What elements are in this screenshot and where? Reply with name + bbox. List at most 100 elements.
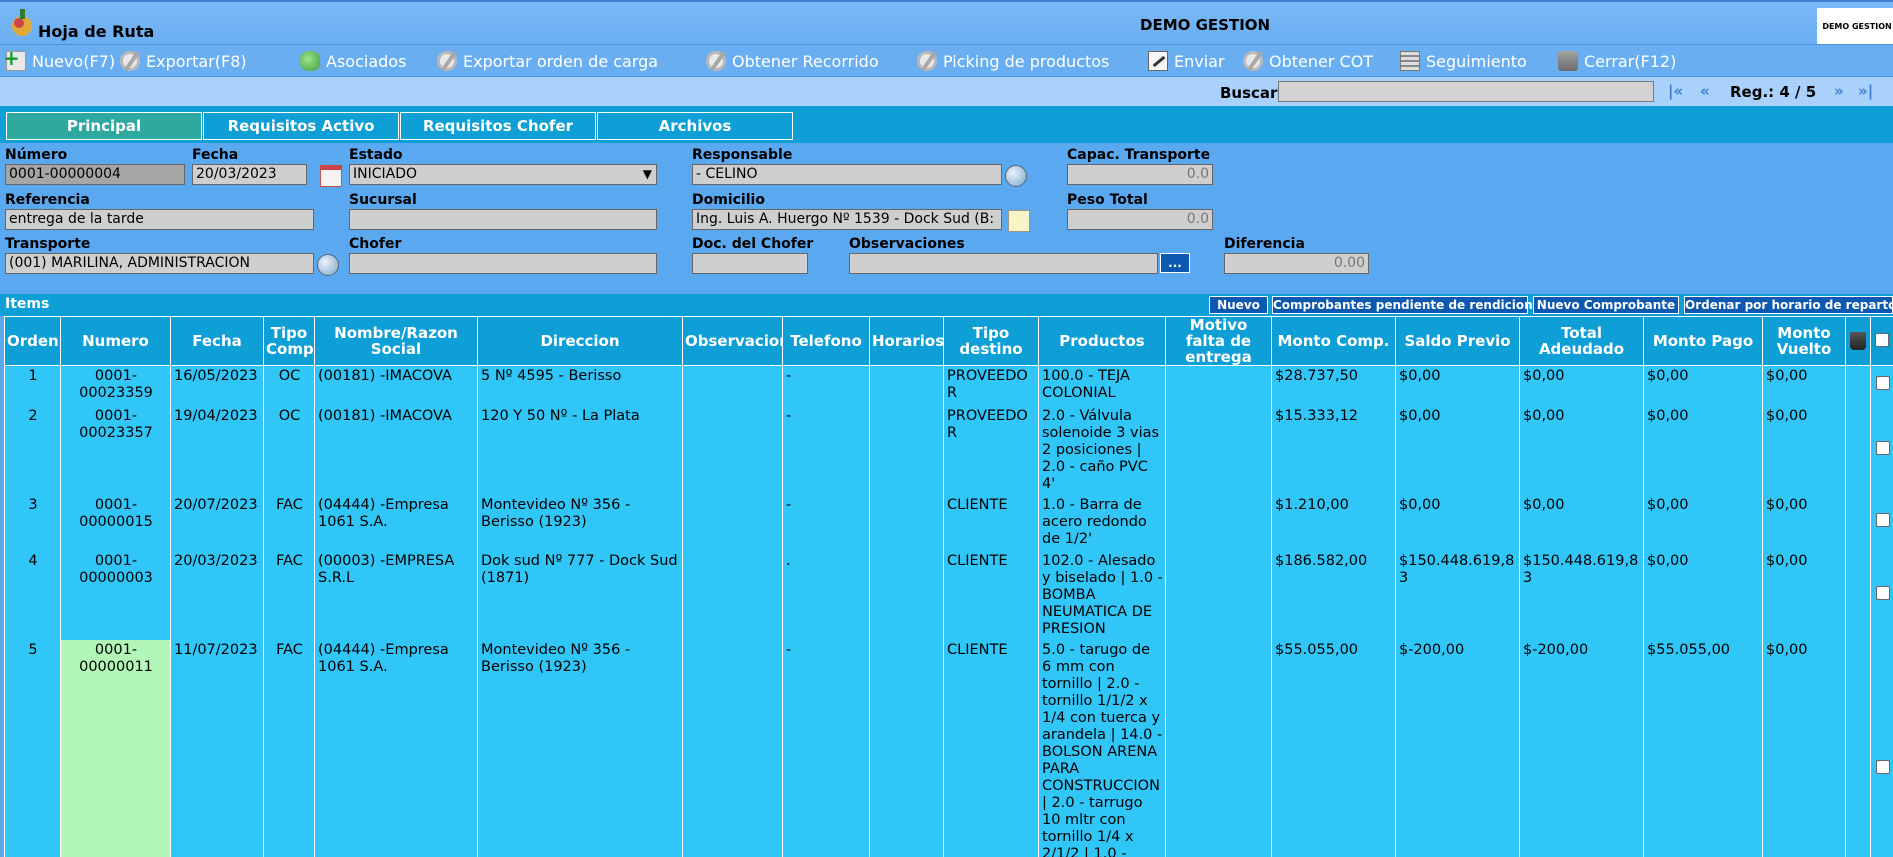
col-select[interactable] [1870,316,1893,366]
col-tipo-comp[interactable]: Tipo Comp. [263,316,315,366]
product-picking-button[interactable]: Picking de productos [917,50,1109,72]
peso-field[interactable]: 0.0 [1067,209,1213,230]
prev-record-button[interactable]: « [1700,82,1710,100]
cell-nombre: (00181) -IMACOVA [314,365,478,406]
diferencia-field[interactable]: 0.00 [1224,253,1369,274]
transporte-field[interactable]: (001) MARILINA, ADMINISTRACION [5,253,314,274]
new-button[interactable]: Nuevo(F7) [3,46,115,72]
table-row[interactable]: 5 0001-00000011 11/07/2023 FAC (04444) -… [4,639,1893,857]
items-grid: Orden Numero Fecha Tipo Comp. Nombre/Raz… [4,316,1893,857]
col-delete[interactable] [1845,316,1871,366]
cell-orden: 5 [4,639,61,857]
new-item-button[interactable]: Nuevo [1209,296,1268,314]
cell-nombre: (00003) -EMPRESA S.R.L [314,550,478,640]
col-tipo-destino[interactable]: Tipo destino [943,316,1039,366]
row-checkbox[interactable] [1875,585,1890,600]
chofer-field[interactable] [349,253,657,274]
cell-numero[interactable]: 0001-00000003 [60,550,171,640]
col-direccion[interactable]: Direccion [477,316,683,366]
numero-field[interactable]: 0001-00000004 [5,164,185,185]
observaciones-field[interactable] [849,253,1158,274]
get-cot-button[interactable]: Obtener COT [1243,50,1373,72]
responsable-field[interactable]: - CELINO [692,164,1002,185]
cell-tipo-destino: CLIENTE [943,550,1039,640]
new-receipt-button[interactable]: Nuevo Comprobante [1533,296,1679,314]
row-checkbox[interactable] [1875,513,1890,527]
col-total-adeudado[interactable]: Total Adeudado [1519,316,1644,366]
col-telefono[interactable]: Telefono [782,316,870,366]
first-record-button[interactable]: |« [1668,82,1683,100]
referencia-field[interactable]: entrega de la tarde [5,209,314,230]
sort-by-schedule-button[interactable]: Ordenar por horario de reparto [1684,296,1893,314]
transport-globe-icon[interactable] [317,254,339,276]
search-input[interactable] [1278,81,1654,102]
col-monto-vuelto[interactable]: Monto Vuelto [1762,316,1846,366]
trash-icon[interactable] [1850,332,1866,350]
export-load-order-button[interactable]: Exportar orden de carga [437,50,658,72]
associated-button[interactable]: Asociados [300,50,406,72]
cell-total-adeudado: $-200,00 [1519,639,1644,857]
edit-address-icon[interactable] [1008,210,1030,232]
cell-numero[interactable]: 0001-00023359 [60,365,171,406]
col-monto-comp[interactable]: Monto Comp. [1271,316,1396,366]
col-orden[interactable]: Orden [4,316,61,366]
capac-field[interactable]: 0.0 [1067,164,1213,185]
cell-numero[interactable]: 0001-00000011 [60,639,171,857]
pending-receipts-button[interactable]: Comprobantes pendiente de rendicion [1272,296,1533,314]
col-fecha[interactable]: Fecha [170,316,264,366]
cell-numero[interactable]: 0001-00000015 [60,494,171,551]
col-horarios[interactable]: Horarios [869,316,944,366]
col-observacion[interactable]: Observacion [682,316,783,366]
cell-numero[interactable]: 0001-00023357 [60,405,171,495]
row-checkbox[interactable] [1875,759,1890,774]
domicilio-field[interactable]: Ing. Luis A. Huergo Nº 1539 - Dock Sud (… [692,209,1002,230]
cell-monto-vuelto: $0,00 [1762,365,1846,406]
doc-chofer-field[interactable] [692,253,808,274]
col-numero[interactable]: Numero [60,316,171,366]
tab-requisitos-chofer[interactable]: Requisitos Chofer [400,112,596,140]
tab-requisitos-activo[interactable]: Requisitos Activo [203,112,399,140]
diferencia-label: Diferencia [1224,236,1305,252]
export-button[interactable]: Exportar(F8) [120,50,247,72]
observaciones-more-button[interactable]: ... [1160,253,1190,273]
cell-observacion [682,405,783,495]
fecha-field[interactable]: 20/03/2023 [192,164,307,185]
globe-icon[interactable] [1005,165,1027,187]
row-checkbox[interactable] [1875,440,1890,455]
select-all-checkbox[interactable] [1875,332,1889,347]
get-cot-label: Obtener COT [1269,51,1374,71]
estado-select[interactable]: INICIADO ▼ [349,164,657,185]
sucursal-field[interactable] [349,209,657,230]
table-row[interactable]: 4 0001-00000003 20/03/2023 FAC (00003) -… [4,550,1893,640]
cell-select [1870,405,1893,495]
col-motivo[interactable]: Motivo falta de entrega [1165,316,1272,366]
send-button-label: Enviar [1174,51,1225,71]
cell-orden: 2 [4,405,61,495]
cell-productos: 102.0 - Alesado y biselado | 1.0 - BOMBA… [1038,550,1166,640]
cell-tipo-comp: FAC [263,550,315,640]
tracking-button[interactable]: Seguimiento [1400,50,1527,72]
numero-label: Número [5,147,68,163]
col-saldo-previo[interactable]: Saldo Previo [1395,316,1520,366]
export-button-label: Exportar(F8) [146,51,247,71]
get-route-button[interactable]: Obtener Recorrido [706,50,879,72]
cell-fecha: 20/07/2023 [170,494,264,551]
table-row[interactable]: 1 0001-00023359 16/05/2023 OC (00181) -I… [4,365,1893,406]
capac-label: Capac. Transporte [1067,147,1211,163]
row-checkbox[interactable] [1875,376,1890,391]
tab-principal[interactable]: Principal [6,112,202,140]
cell-motivo [1165,405,1272,495]
send-button[interactable]: Enviar [1148,50,1225,72]
close-button[interactable]: Cerrar(F12) [1558,50,1676,72]
col-monto-pago[interactable]: Monto Pago [1643,316,1763,366]
tab-archivos[interactable]: Archivos [597,112,793,140]
table-row[interactable]: 2 0001-00023357 19/04/2023 OC (00181) -I… [4,405,1893,495]
col-nombre[interactable]: Nombre/Razon Social [314,316,478,366]
calendar-icon[interactable] [320,165,342,187]
table-row[interactable]: 3 0001-00000015 20/07/2023 FAC (04444) -… [4,494,1893,551]
next-record-button[interactable]: » [1834,82,1844,100]
cell-direccion: Montevideo Nº 356 - Berisso (1923) [477,639,683,857]
last-record-button[interactable]: »| [1858,82,1873,100]
chevron-down-icon: ▼ [642,167,652,181]
col-productos[interactable]: Productos [1038,316,1166,366]
